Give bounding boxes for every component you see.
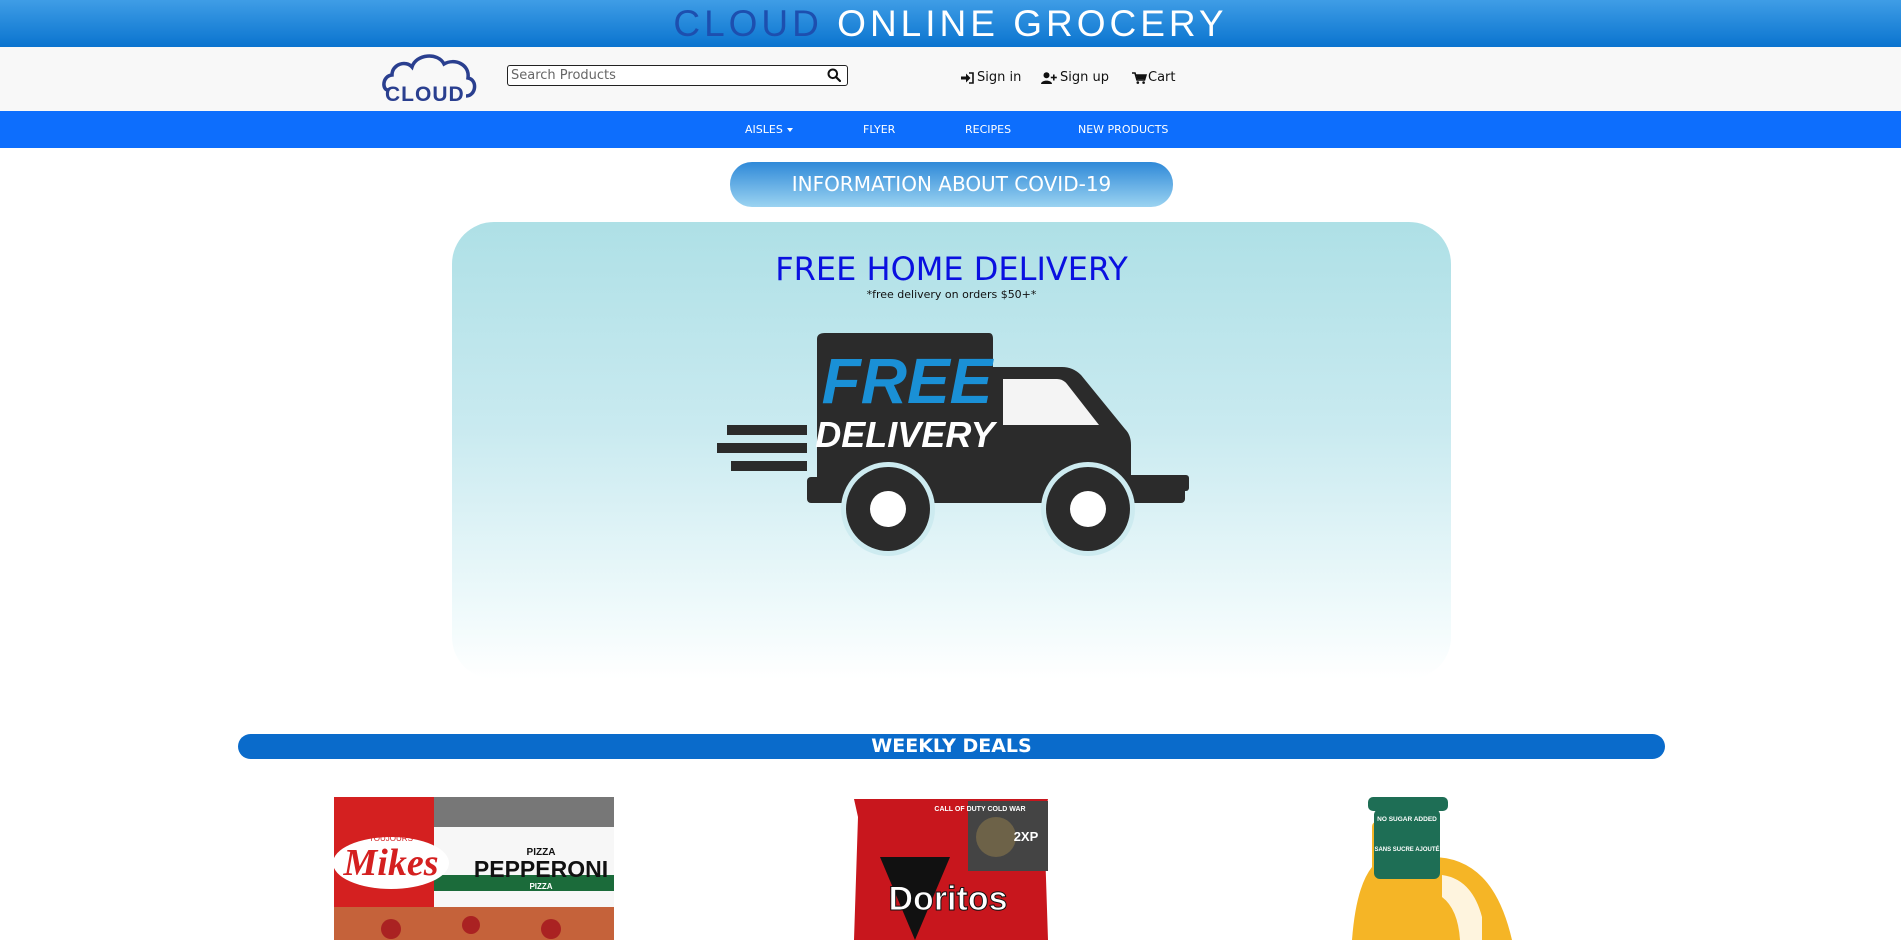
sign-up-label: Sign up [1060, 70, 1109, 85]
sign-in-icon [961, 71, 974, 84]
sign-in-link[interactable]: Sign in [961, 70, 1021, 85]
hero-subtitle: *free delivery on orders $50+* [866, 288, 1037, 301]
pizza-tag: TOUJOURS [369, 834, 413, 843]
nav-new-products[interactable]: NEW PRODUCTS [1078, 111, 1168, 148]
doritos-tag: CALL OF DUTY COLD WAR [934, 806, 1025, 813]
nav-recipes[interactable]: RECIPES [965, 111, 1011, 148]
search-icon[interactable] [827, 68, 841, 82]
cart-icon [1132, 71, 1147, 84]
pizza-line3: PIZZA [529, 882, 552, 891]
sign-in-label: Sign in [977, 70, 1022, 85]
nav-flyer[interactable]: FLYER [863, 111, 895, 148]
logo-text: CLOUD [385, 83, 465, 106]
product-card-pizza[interactable]: Mikes TOUJOURS PIZZA PEPPERONI PIZZA [331, 797, 617, 940]
free-delivery-banner: FREE HOME DELIVERY *free delivery on ord… [452, 222, 1451, 679]
sign-up-link[interactable]: Sign up [1041, 70, 1109, 85]
site-title-bar: CLOUD ONLINE GROCERY [0, 0, 1901, 47]
covid-info-button[interactable]: INFORMATION ABOUT COVID-19 [730, 162, 1173, 207]
doritos-brand: Doritos [889, 880, 1008, 918]
hero-title: FREE HOME DELIVERY [775, 250, 1128, 288]
main-nav: AISLES FLYER RECIPES NEW PRODUCTS [0, 111, 1901, 148]
site-title-part2: ONLINE GROCERY [822, 3, 1228, 44]
nav-aisles-label: AISLES [745, 123, 783, 136]
product-card-doritos[interactable]: CALL OF DUTY COLD WAR 2XP Doritos [850, 797, 1052, 940]
orange-juice-product-image: NO SUGAR ADDED SANS SUCRE AJOUTÉ [1352, 797, 1512, 940]
header: CLOUD Sign in Sign up Cart [0, 47, 1901, 111]
site-title-part1: CLOUD [673, 3, 823, 44]
truck-delivery-text: DELIVERY [815, 414, 997, 455]
cart-link[interactable]: Cart [1132, 70, 1176, 85]
delivery-truck-image: FREE DELIVERY [717, 333, 1189, 556]
user-plus-icon [1041, 71, 1057, 84]
pizza-line2: PEPPERONI [474, 856, 608, 882]
cart-label: Cart [1148, 70, 1176, 85]
search-input[interactable] [511, 67, 811, 83]
juice-label-1: NO SUGAR ADDED [1377, 816, 1437, 823]
search-box[interactable] [507, 65, 848, 86]
juice-label-2: SANS SUCRE AJOUTÉ [1374, 845, 1439, 853]
product-card-orange-juice[interactable]: NO SUGAR ADDED SANS SUCRE AJOUTÉ [1332, 797, 1522, 940]
nav-aisles[interactable]: AISLES [745, 111, 793, 148]
doritos-product-image: CALL OF DUTY COLD WAR 2XP Doritos [854, 799, 1048, 940]
caret-down-icon [786, 128, 793, 132]
truck-free-text: FREE [822, 345, 995, 417]
pizza-product-image: Mikes TOUJOURS PIZZA PEPPERONI PIZZA [331, 797, 617, 940]
doritos-badge: 2XP [1014, 829, 1039, 844]
pizza-brand: Mikes [343, 842, 439, 884]
weekly-deals-header: WEEKLY DEALS [238, 734, 1665, 759]
